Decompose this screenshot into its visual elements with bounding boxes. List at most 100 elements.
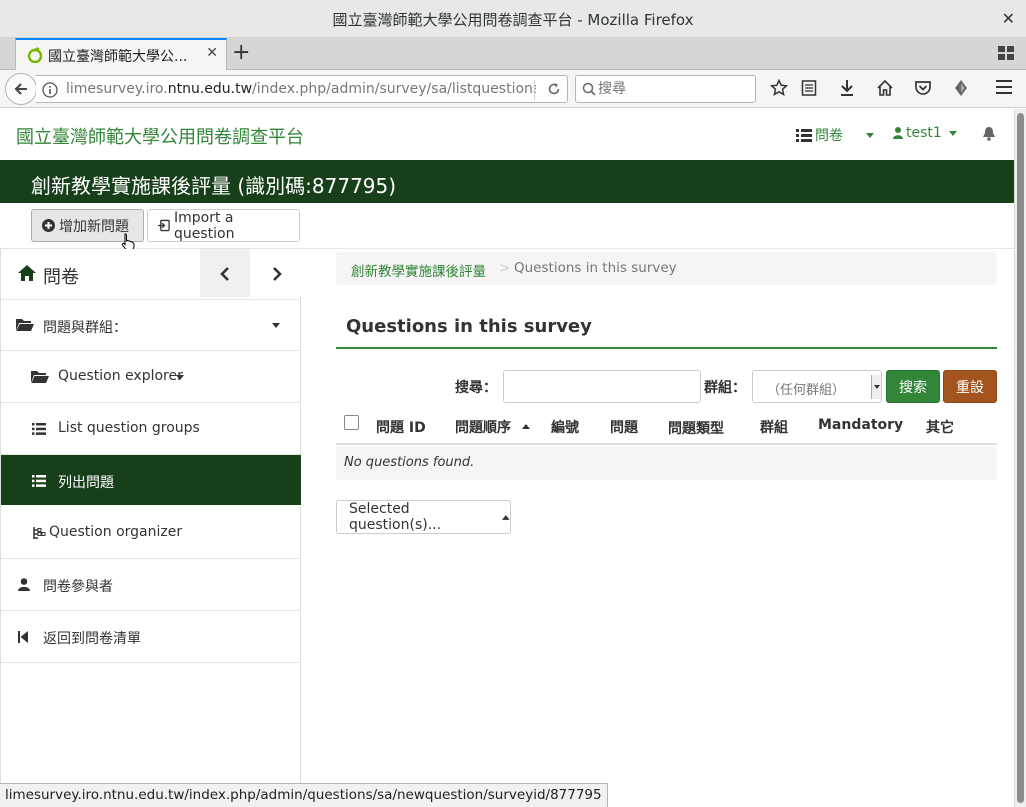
- tab-list-icon[interactable]: [998, 46, 1014, 60]
- import-icon: [158, 219, 170, 232]
- new-tab-icon[interactable]: +: [232, 42, 250, 64]
- selected-questions-label: Selected question(s)...: [349, 501, 442, 533]
- user-menu-label: test1: [906, 125, 942, 141]
- column-question[interactable]: 問題: [610, 417, 638, 437]
- title-underline: [336, 347, 997, 349]
- step-backward-icon: [18, 631, 28, 643]
- site-name-link[interactable]: 國立臺灣師範大學公用問卷調查平台: [16, 123, 304, 149]
- breadcrumb-survey-link[interactable]: 創新教學實施課後評量: [351, 260, 486, 280]
- caret-down-icon: [272, 323, 280, 328]
- organizer-icon: [32, 526, 46, 540]
- group-select-value: （任何群組）: [767, 383, 846, 398]
- hamburger-menu-icon[interactable]: [995, 79, 1013, 95]
- survey-title: 創新教學實施課後評量 (識別碼:877795): [31, 174, 397, 198]
- user-menu[interactable]: test1: [893, 125, 957, 141]
- select-all-checkbox[interactable]: [344, 415, 359, 430]
- window-close-icon[interactable]: ✕: [1002, 9, 1015, 28]
- sidebar-explorer-label: Question explorer: [58, 368, 183, 384]
- column-group[interactable]: 群組: [760, 417, 788, 437]
- download-icon[interactable]: [839, 79, 855, 97]
- sidebar-prev-button[interactable]: [200, 249, 250, 297]
- column-mandatory[interactable]: Mandatory: [818, 417, 903, 433]
- column-question-order[interactable]: 問題順序: [455, 417, 511, 437]
- folder-open-icon: [16, 318, 34, 332]
- extension-icon[interactable]: [952, 79, 970, 97]
- sidebar-groups-label: 問題與群組：: [43, 320, 127, 336]
- sidebar-return-label: 返回到問卷清單: [43, 631, 141, 647]
- questions-table-header: 問題 ID 問題順序 編號 問題 問題類型 群組 Mandatory 其它: [336, 407, 997, 445]
- sidebar-question-explorer[interactable]: Question explorer: [1, 351, 301, 403]
- back-button[interactable]: [5, 73, 37, 105]
- web-page: 國立臺灣師範大學公用問卷調查平台 問卷 test1 創新教學實施課後評量 (識別…: [0, 109, 1014, 785]
- sidebar-participants-label: 問卷參與者: [43, 579, 113, 595]
- sidebar-home-label: 問卷: [43, 267, 79, 288]
- browser-search-bar[interactable]: [575, 75, 756, 103]
- reading-list-icon[interactable]: [801, 79, 817, 97]
- search-icon: [582, 82, 596, 96]
- home-icon[interactable]: [876, 79, 894, 97]
- survey-title-bar: 創新教學實施課後評量 (識別碼:877795): [0, 160, 1014, 203]
- page-title: Questions in this survey: [346, 316, 592, 337]
- folder-open-icon: [31, 370, 49, 384]
- search-label: 搜尋：: [455, 380, 497, 396]
- caret-down-icon: [866, 132, 874, 138]
- action-bar: 增加新問題 Import a question: [0, 203, 1014, 249]
- column-code[interactable]: 編號: [551, 417, 579, 437]
- tab-label: 國立臺灣師範大學公...: [48, 49, 188, 65]
- navigation-toolbar: limesurvey.iro.ntnu.edu.tw/index.php/adm…: [0, 70, 1026, 108]
- back-arrow-icon: [14, 83, 27, 95]
- import-question-button[interactable]: Import a question: [147, 209, 300, 242]
- select-arrow-icon: [871, 375, 881, 399]
- sidebar-survey-participants[interactable]: 問卷參與者: [1, 559, 301, 611]
- list-icon: [32, 423, 46, 435]
- sidebar-next-button[interactable]: [251, 249, 301, 297]
- group-label: 群組：: [704, 380, 746, 396]
- caret-up-icon: [502, 514, 510, 520]
- bell-icon[interactable]: [982, 126, 996, 141]
- link-status-tooltip: limesurvey.iro.ntnu.edu.tw/index.php/adm…: [0, 783, 608, 807]
- browser-tab[interactable]: 國立臺灣師範大學公... ✕: [15, 38, 227, 70]
- user-icon: [893, 127, 903, 139]
- sidebar-questions-groups[interactable]: 問題與群組：: [1, 300, 301, 351]
- table-row: No questions found.: [336, 446, 997, 480]
- pocket-icon[interactable]: [914, 79, 932, 97]
- survey-menu[interactable]: 問卷: [796, 125, 874, 145]
- page-scrollbar[interactable]: [1014, 109, 1026, 807]
- chevron-left-icon: [220, 267, 229, 281]
- breadcrumb-current: Questions in this survey: [514, 260, 677, 276]
- sidebar-list-questions[interactable]: 列出問題: [1, 455, 301, 507]
- chevron-right-icon: [273, 267, 282, 281]
- bookmark-star-icon[interactable]: [770, 79, 788, 97]
- list-icon: [796, 128, 812, 142]
- plus-circle-icon: [42, 219, 55, 232]
- sidebar: 問卷 問題與群組： Question explorer List questio…: [0, 249, 301, 785]
- empty-table-message: No questions found.: [344, 455, 475, 470]
- sidebar-survey-home[interactable]: 問卷: [1, 249, 301, 300]
- sidebar-list-question-groups[interactable]: List question groups: [1, 403, 301, 455]
- reload-icon[interactable]: [547, 82, 561, 96]
- reset-button[interactable]: 重設: [943, 370, 997, 403]
- search-input[interactable]: [503, 370, 701, 403]
- import-question-label: Import a question: [174, 209, 235, 242]
- user-icon: [18, 578, 30, 591]
- search-button[interactable]: 搜索: [886, 370, 940, 403]
- sidebar-return-to-list[interactable]: 返回到問卷清單: [1, 611, 301, 663]
- window-title: 國立臺灣師範大學公用問卷調查平台 - Mozilla Firefox: [332, 11, 694, 29]
- site-info-icon[interactable]: [42, 82, 58, 98]
- sidebar-question-organizer[interactable]: Question organizer: [1, 507, 301, 559]
- url-bar[interactable]: limesurvey.iro.ntnu.edu.tw/index.php/adm…: [36, 75, 568, 103]
- limesurvey-favicon-icon: [27, 47, 43, 63]
- group-select[interactable]: （任何群組）: [752, 370, 882, 403]
- sort-asc-icon: [522, 424, 530, 429]
- column-question-type[interactable]: 問題類型: [668, 418, 724, 438]
- url-text: limesurvey.iro.ntnu.edu.tw/index.php/adm…: [66, 81, 536, 97]
- scrollbar-thumb[interactable]: [1017, 113, 1024, 803]
- selected-questions-button[interactable]: Selected question(s)...: [336, 500, 511, 534]
- column-other[interactable]: 其它: [926, 417, 954, 437]
- browser-search-input[interactable]: [598, 78, 748, 100]
- sidebar-organizer-label: Question organizer: [49, 524, 183, 540]
- column-question-id[interactable]: 問題 ID: [376, 417, 426, 437]
- breadcrumb-separator: >: [499, 260, 511, 276]
- site-header: 國立臺灣師範大學公用問卷調查平台 問卷 test1: [0, 109, 1014, 160]
- tab-close-icon[interactable]: ✕: [206, 45, 218, 61]
